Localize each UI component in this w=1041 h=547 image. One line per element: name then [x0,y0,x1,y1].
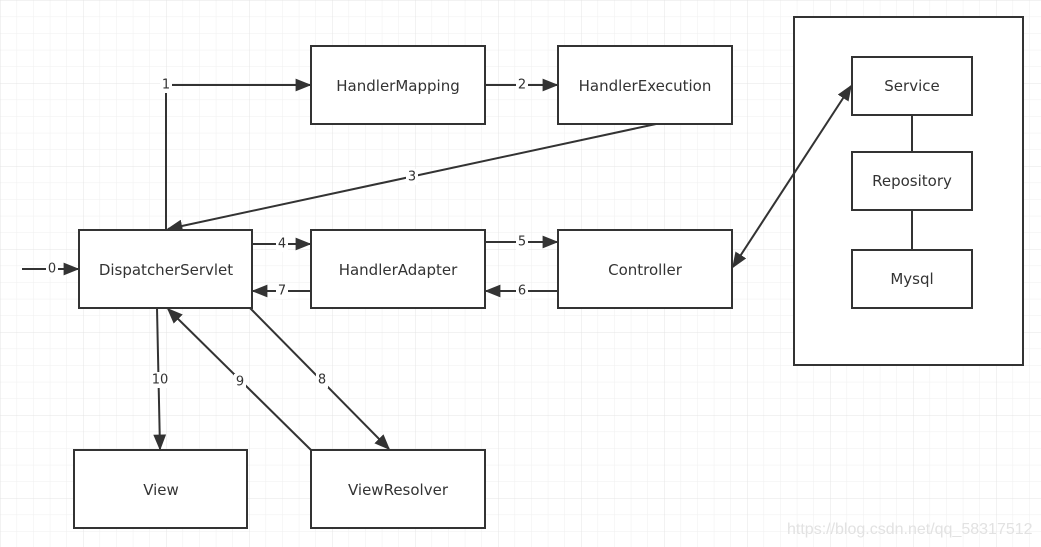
node-controller[interactable]: Controller [557,229,733,309]
node-label: HandlerAdapter [339,261,458,279]
node-view[interactable]: View [73,449,248,529]
node-label: DispatcherServlet [99,261,233,279]
node-label: Mysql [890,270,933,288]
node-label: Controller [608,261,683,279]
node-dispatcher-servlet[interactable]: DispatcherServlet [78,229,253,309]
node-label: View [143,481,179,499]
node-label: ViewResolver [348,481,449,499]
edge-label-0: 0 [48,262,56,277]
node-repository[interactable]: Repository [851,151,973,211]
edge-label-7: 7 [278,284,286,299]
node-handler-adapter[interactable]: HandlerAdapter [310,229,486,309]
node-view-resolver[interactable]: ViewResolver [310,449,486,529]
edge-label-1: 1 [162,78,170,93]
edge-label-10: 10 [152,373,169,388]
edge-label-8: 8 [318,373,326,388]
watermark: https://blog.csdn.net/qq_58317512 [787,521,1033,538]
node-handler-execution[interactable]: HandlerExecution [557,45,733,125]
node-label: HandlerMapping [336,77,459,95]
node-handler-mapping[interactable]: HandlerMapping [310,45,486,125]
node-label: HandlerExecution [579,77,712,95]
spring-mvc-flow-diagram: 0 1 2 3 4 5 6 7 8 9 10 HandlerMapping HandlerExecu… [0,0,1041,547]
node-label: Service [884,77,939,95]
node-mysql[interactable]: Mysql [851,249,973,309]
node-label: Repository [872,172,952,190]
node-service[interactable]: Service [851,56,973,116]
edge-label-5: 5 [518,235,526,250]
edge-label-2: 2 [518,78,526,93]
edge-label-4: 4 [278,237,286,252]
edge-label-6: 6 [518,284,526,299]
edge-label-3: 3 [408,170,416,185]
edge-label-9: 9 [236,375,244,390]
